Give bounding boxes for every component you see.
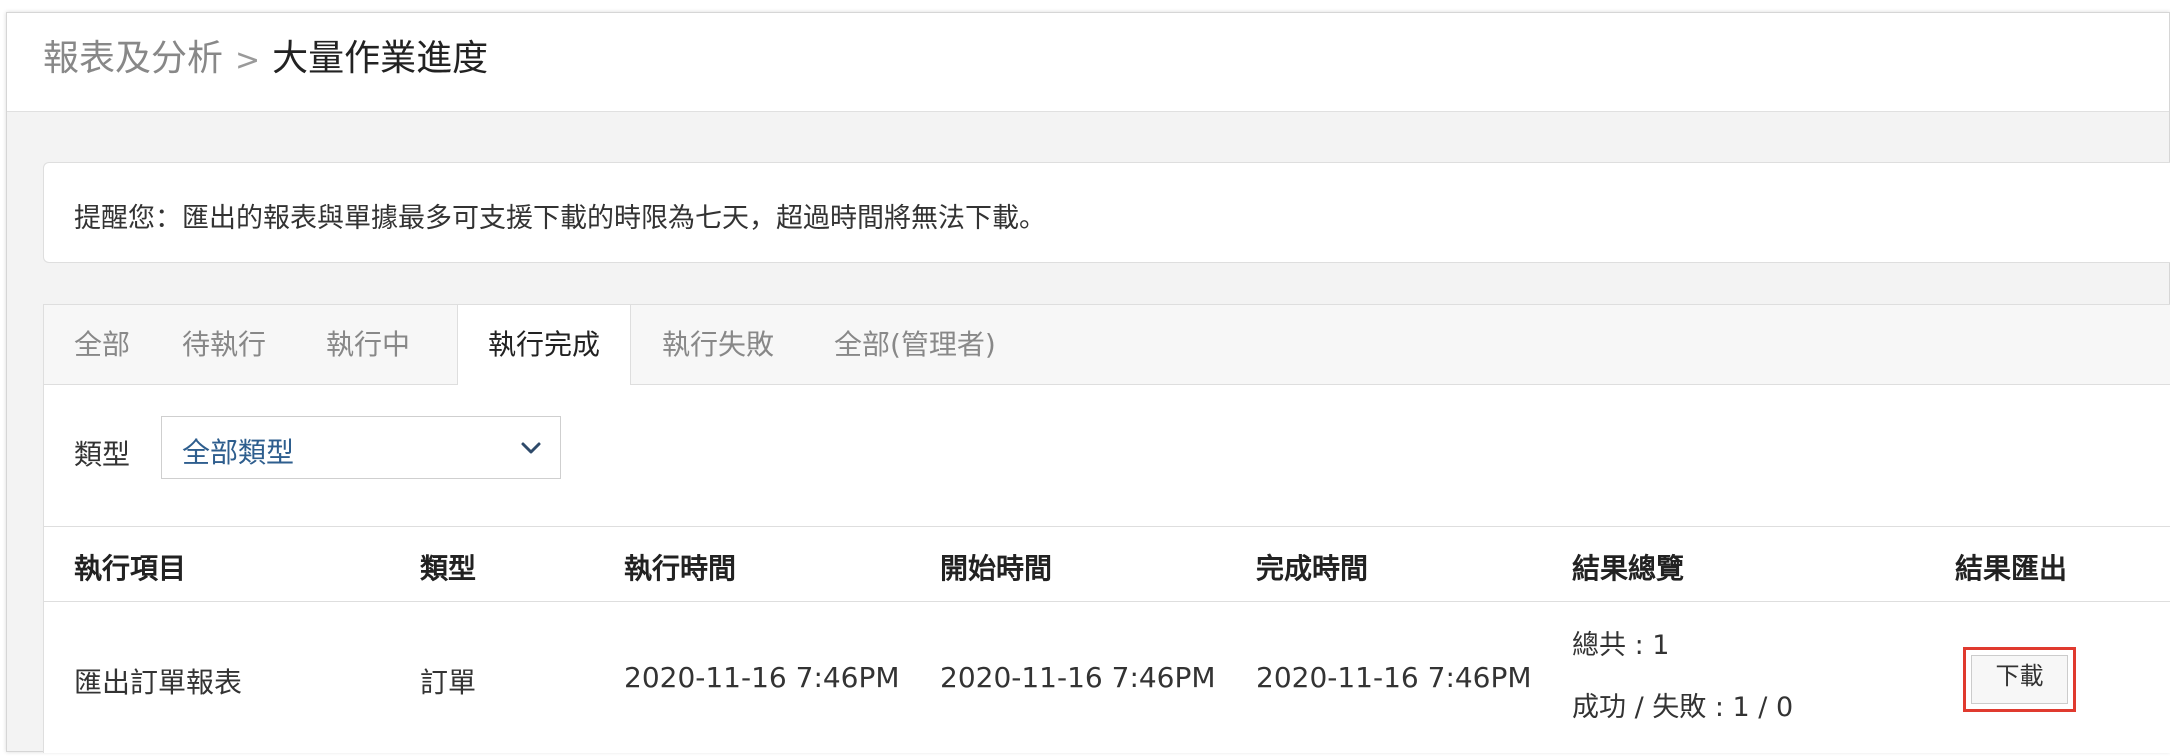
column-header-exec-time: 執行時間: [624, 552, 737, 585]
chevron-down-icon: [521, 442, 541, 454]
jobs-panel: 全部 待執行 執行中 執行完成 執行失敗 全部(管理者) 類型 全部類型 執行項…: [43, 304, 2170, 753]
column-header-item: 執行項目: [74, 552, 187, 585]
type-select[interactable]: 全部類型: [161, 416, 561, 479]
download-button[interactable]: 下載: [1963, 647, 2076, 712]
tab-completed[interactable]: 執行完成: [457, 305, 631, 385]
table-header: 執行項目 類型 執行時間 開始時間 完成時間 結果總覽 結果匯出: [44, 526, 2170, 602]
breadcrumb: 報表及分析 > 大量作業進度: [43, 35, 488, 85]
row-finish-time: 2020-11-16 7:46PM: [1256, 661, 1532, 694]
tab-failed[interactable]: 執行失敗: [662, 305, 774, 384]
column-header-start-time: 開始時間: [940, 552, 1053, 585]
page-title: 大量作業進度: [272, 38, 489, 79]
tab-running[interactable]: 執行中: [326, 305, 410, 384]
row-summary-success-fail: 成功 / 失敗 : 1 / 0: [1572, 692, 1794, 723]
download-button-label: 下載: [1971, 655, 2068, 704]
type-filter-label: 類型: [74, 438, 131, 471]
row-type: 訂單: [420, 666, 477, 699]
app-window: 報表及分析 > 大量作業進度 提醒您：匯出的報表與單據最多可支援下載的時限為七天，超…: [6, 12, 2170, 753]
table-row: 匯出訂單報表 訂單 2020-11-16 7:46PM 2020-11-16 7…: [44, 601, 2170, 754]
breadcrumb-separator-icon: >: [235, 43, 261, 78]
breadcrumb-parent[interactable]: 報表及分析: [43, 38, 223, 79]
row-summary-total: 總共 : 1: [1572, 630, 1670, 661]
page-header: 報表及分析 > 大量作業進度: [7, 13, 2169, 112]
type-select-value: 全部類型: [182, 436, 295, 469]
row-item: 匯出訂單報表: [74, 666, 243, 699]
status-tabs: 全部 待執行 執行中 執行完成 執行失敗 全部(管理者): [44, 305, 2170, 385]
tab-pending[interactable]: 待執行: [182, 305, 266, 384]
tab-all[interactable]: 全部: [74, 305, 130, 384]
row-start-time: 2020-11-16 7:46PM: [940, 661, 1216, 694]
reminder-text: 提醒您：匯出的報表與單據最多可支援下載的時限為七天，超過時間將無法下載。: [74, 203, 1046, 234]
row-exec-time: 2020-11-16 7:46PM: [624, 661, 900, 694]
column-header-summary: 結果總覽: [1572, 552, 1685, 585]
column-header-type: 類型: [420, 552, 477, 585]
tab-all-admin[interactable]: 全部(管理者): [834, 305, 996, 384]
reminder-notice: 提醒您：匯出的報表與單據最多可支援下載的時限為七天，超過時間將無法下載。: [43, 162, 2170, 263]
column-header-export: 結果匯出: [1955, 552, 2068, 585]
column-header-finish-time: 完成時間: [1256, 552, 1369, 585]
